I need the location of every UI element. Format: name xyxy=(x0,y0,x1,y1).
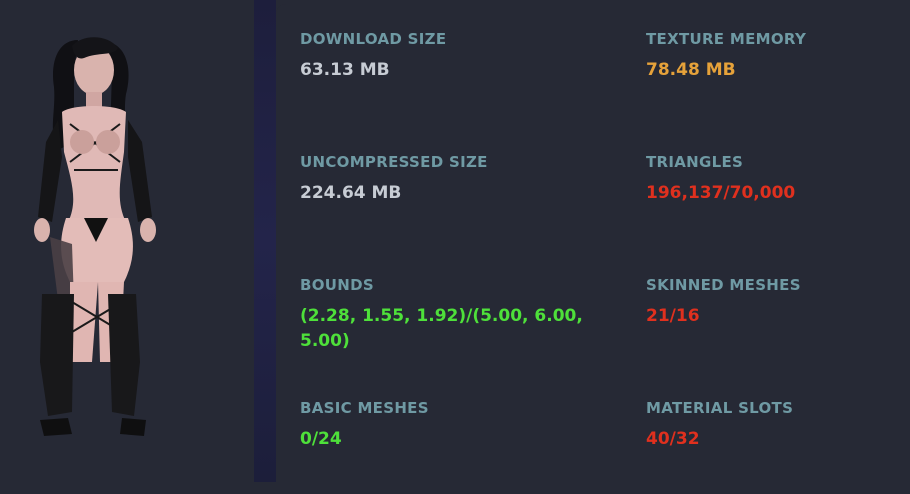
performance-stats-panel: DOWNLOAD SIZE 63.13 MB TEXTURE MEMORY 78… xyxy=(276,4,910,494)
stat-uncompressed-size: UNCOMPRESSED SIZE 224.64 MB xyxy=(300,153,600,206)
stat-label: BASIC MESHES xyxy=(300,399,429,417)
stat-basic-meshes: BASIC MESHES 0/24 xyxy=(300,399,600,452)
stat-value: 63.13 MB xyxy=(300,60,390,80)
stat-value: 78.48 MB xyxy=(646,60,736,80)
stat-label: SKINNED MESHES xyxy=(646,276,801,294)
stat-label: MATERIAL SLOTS xyxy=(646,399,794,417)
stat-label: TEXTURE MEMORY xyxy=(646,30,807,48)
stat-value: 0/24 xyxy=(300,429,342,449)
stat-value: 196,137/70,000 xyxy=(646,183,796,203)
stat-label: TRIANGLES xyxy=(646,153,744,171)
stat-value: (2.28, 1.55, 1.92)/(5.00, 6.00, 5.00) xyxy=(300,306,583,351)
stat-label: DOWNLOAD SIZE xyxy=(300,30,447,48)
stat-value: 40/32 xyxy=(646,429,700,449)
stat-value: 224.64 MB xyxy=(300,183,402,203)
stat-download-size: DOWNLOAD SIZE 63.13 MB xyxy=(300,30,600,83)
stat-material-slots: MATERIAL SLOTS 40/32 xyxy=(646,399,910,452)
stat-label: BOUNDS xyxy=(300,276,374,294)
stat-value: 21/16 xyxy=(646,306,700,326)
avatar-preview-panel xyxy=(0,0,254,482)
stat-texture-memory: TEXTURE MEMORY 78.48 MB xyxy=(646,30,910,83)
stat-label: UNCOMPRESSED SIZE xyxy=(300,153,488,171)
stat-skinned-meshes: SKINNED MESHES 21/16 xyxy=(646,276,910,329)
panel-divider xyxy=(254,0,276,482)
avatar-model-icon xyxy=(34,37,156,436)
stat-triangles: TRIANGLES 196,137/70,000 xyxy=(646,153,910,206)
stat-bounds: BOUNDS (2.28, 1.55, 1.92)/(5.00, 6.00, 5… xyxy=(300,276,600,354)
